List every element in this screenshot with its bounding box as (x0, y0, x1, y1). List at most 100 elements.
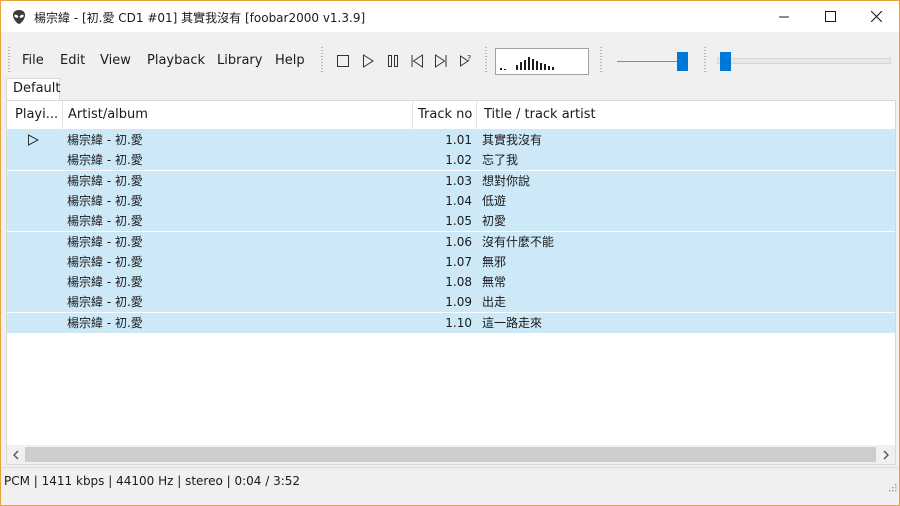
table-row[interactable]: 楊宗緯 - 初.愛 1.03 想對你說 (7, 170, 895, 191)
random-icon[interactable]: ? (458, 53, 474, 69)
spectrum-visualizer (495, 48, 589, 75)
table-row[interactable]: 楊宗緯 - 初.愛 1.08 無常 (7, 272, 895, 293)
menu-grip[interactable] (8, 47, 10, 73)
volume-grip[interactable] (600, 47, 602, 73)
play-icon[interactable] (360, 53, 376, 69)
table-row[interactable]: 楊宗緯 - 初.愛 1.10 這一路走來 (7, 312, 895, 333)
now-playing-cell (27, 292, 43, 312)
table-row[interactable]: 楊宗緯 - 初.愛 1.05 初愛 (7, 211, 895, 232)
table-row[interactable]: 楊宗緯 - 初.愛 1.02 忘了我 (7, 150, 895, 171)
now-playing-cell (27, 171, 43, 191)
column-header-playing[interactable]: Playi... (15, 101, 58, 129)
now-playing-cell (27, 150, 43, 170)
table-row[interactable]: 楊宗緯 - 初.愛 1.01 其實我沒有 (7, 130, 895, 150)
spectrum-bars (500, 57, 554, 70)
track-no-cell: 1.09 (445, 295, 472, 310)
minimize-icon (779, 16, 789, 17)
column-header-title[interactable]: Title / track artist (484, 101, 596, 129)
title-cell: 初愛 (482, 214, 507, 229)
column-divider[interactable] (476, 101, 477, 129)
title-cell: 無常 (482, 275, 507, 290)
spectrum-bar (540, 63, 542, 70)
column-divider[interactable] (62, 101, 63, 129)
table-row[interactable]: 楊宗緯 - 初.愛 1.04 低遊 (7, 190, 895, 211)
spectrum-bar (532, 59, 534, 70)
spectrum-bar (516, 65, 518, 70)
title-cell: 這一路走來 (482, 315, 543, 330)
playlist-header: Playi... Artist/album Track no Title / t… (7, 101, 895, 130)
previous-icon[interactable] (409, 53, 425, 69)
artist-album-cell: 楊宗緯 - 初.愛 (67, 275, 143, 290)
now-playing-cell (27, 232, 43, 252)
spectrum-bar (500, 68, 502, 70)
menu-file[interactable]: File (22, 53, 44, 68)
playlist-view[interactable]: Playi... Artist/album Track no Title / t… (6, 100, 896, 465)
seekbar-grip[interactable] (704, 47, 706, 73)
scroll-right-button[interactable] (877, 445, 895, 464)
now-playing-cell (27, 191, 43, 211)
title-cell: 低遊 (482, 193, 507, 208)
column-divider[interactable] (412, 101, 413, 129)
maximize-button[interactable] (807, 1, 853, 32)
track-no-cell: 1.06 (445, 234, 472, 249)
artist-album-cell: 楊宗緯 - 初.愛 (67, 234, 143, 249)
stop-icon[interactable] (335, 53, 351, 69)
next-icon[interactable] (433, 53, 449, 69)
scroll-left-button[interactable] (7, 445, 25, 464)
spectrum-bar (552, 67, 554, 70)
volume-slider-thumb[interactable] (676, 52, 688, 71)
track-no-cell: 1.01 (445, 133, 472, 147)
track-no-cell: 1.08 (445, 275, 472, 290)
tab-default[interactable]: Default (6, 78, 61, 100)
title-cell: 想對你說 (482, 173, 531, 188)
menu-edit[interactable]: Edit (60, 53, 85, 68)
toolbar-grip[interactable] (321, 47, 323, 73)
seekbar-track[interactable] (717, 58, 891, 64)
foobar2000-window: 楊宗緯 - [初.愛 CD1 #01] 其實我沒有 [foobar2000 v1… (0, 0, 900, 506)
track-no-cell: 1.10 (445, 315, 472, 330)
spectrum-bar (528, 57, 530, 70)
title-cell: 無邪 (482, 254, 507, 269)
status-text: PCM | 1411 kbps | 44100 Hz | stereo | 0:… (4, 474, 301, 488)
table-row[interactable]: 楊宗緯 - 初.愛 1.09 出走 (7, 292, 895, 313)
spectrum-bar (504, 69, 506, 70)
close-button[interactable] (853, 1, 899, 32)
spectrum-bar (548, 66, 550, 70)
visualizer-grip[interactable] (485, 47, 487, 73)
chevron-right-icon (883, 450, 889, 459)
column-header-artist-album[interactable]: Artist/album (68, 101, 148, 129)
spectrum-bar (544, 64, 546, 70)
now-playing-cell (27, 252, 43, 272)
chevron-left-icon (13, 450, 19, 459)
track-no-cell: 1.02 (445, 153, 472, 168)
resize-grip-icon[interactable] (887, 482, 897, 492)
pause-icon[interactable] (385, 53, 401, 69)
artist-album-cell: 楊宗緯 - 初.愛 (67, 133, 143, 147)
table-row[interactable]: 楊宗緯 - 初.愛 1.07 無邪 (7, 251, 895, 272)
seekbar-thumb[interactable] (719, 52, 731, 71)
now-playing-cell (27, 211, 43, 231)
table-row[interactable]: 楊宗緯 - 初.愛 1.06 沒有什麼不能 (7, 231, 895, 252)
maximize-icon (824, 11, 836, 22)
menu-playback[interactable]: Playback (147, 53, 205, 68)
title-cell: 其實我沒有 (482, 133, 543, 147)
menu-help[interactable]: Help (275, 53, 305, 68)
artist-album-cell: 楊宗緯 - 初.愛 (67, 193, 143, 208)
title-cell: 出走 (482, 295, 507, 310)
minimize-button[interactable] (761, 1, 807, 32)
horizontal-scrollbar[interactable] (7, 445, 895, 464)
volume-track[interactable] (617, 61, 685, 62)
artist-album-cell: 楊宗緯 - 初.愛 (67, 315, 143, 330)
now-playing-cell (27, 272, 43, 292)
column-header-track-no[interactable]: Track no (418, 101, 472, 129)
spectrum-bar (536, 61, 538, 70)
menu-library[interactable]: Library (217, 53, 262, 68)
spectrum-bar (520, 62, 522, 70)
now-playing-cell (27, 130, 43, 150)
menu-view[interactable]: View (100, 53, 131, 68)
artist-album-cell: 楊宗緯 - 初.愛 (67, 214, 143, 229)
track-no-cell: 1.07 (445, 254, 472, 269)
title-bar[interactable]: 楊宗緯 - [初.愛 CD1 #01] 其實我沒有 [foobar2000 v1… (1, 1, 899, 32)
toolbar: File Edit View Playback Library Help ? (1, 45, 899, 77)
scrollbar-thumb[interactable] (25, 447, 876, 462)
